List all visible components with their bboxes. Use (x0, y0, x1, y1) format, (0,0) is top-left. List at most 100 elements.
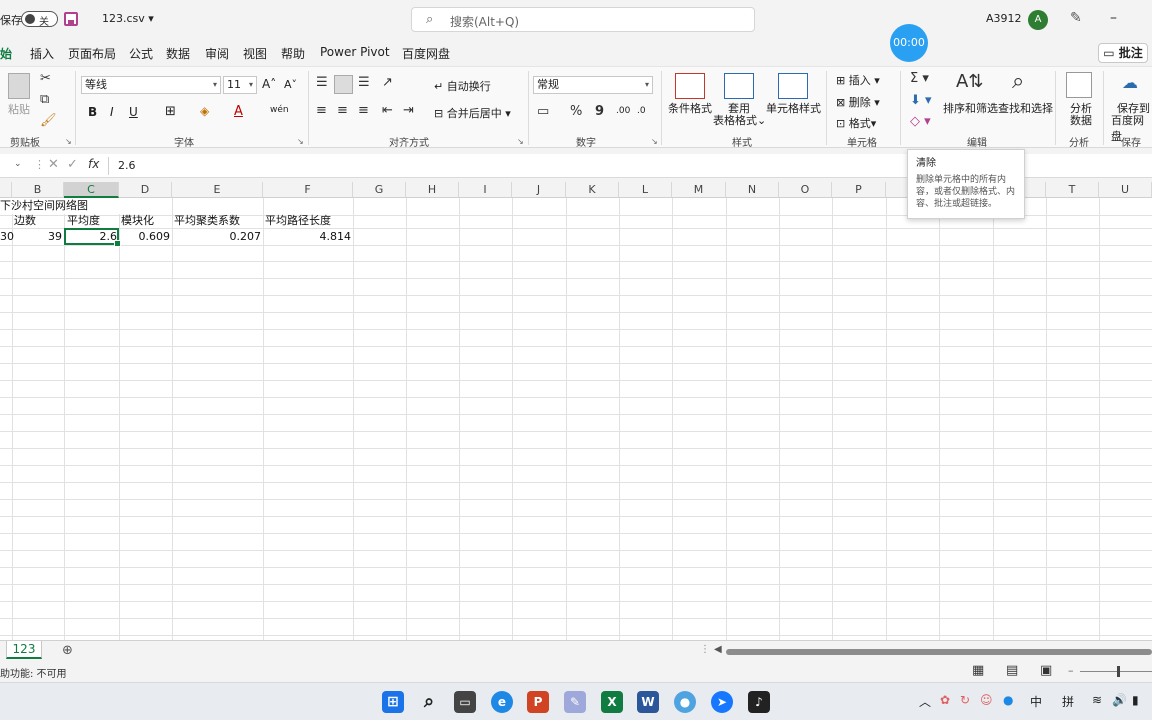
analyze-data-icon[interactable] (1066, 72, 1092, 98)
zoom-out-icon[interactable]: – (1068, 664, 1074, 677)
wifi-icon[interactable]: ≋ (1092, 693, 1102, 707)
clear-icon[interactable]: ◇ ▾ (910, 114, 931, 129)
word-icon[interactable]: W (637, 691, 659, 713)
minimize-icon[interactable]: – (1110, 10, 1117, 26)
tray-overflow-icon[interactable]: ︿ (919, 693, 931, 710)
copy-icon[interactable]: ⧉ (40, 92, 49, 107)
increase-decimal-icon[interactable]: .00 (616, 106, 630, 116)
name-box-dropdown-icon[interactable]: ⌄ (14, 159, 22, 169)
tab-home[interactable]: 始 (0, 45, 12, 62)
cell-header-modularity[interactable]: 模块化 (121, 213, 172, 229)
cell-styles-icon[interactable] (778, 73, 808, 99)
tray-sync-icon[interactable]: ↻ (960, 693, 970, 707)
column-header-p[interactable]: P (832, 182, 886, 198)
tray-app-icon[interactable]: ✿ (940, 693, 950, 707)
accessibility-status[interactable]: 助功能: 不可用 (0, 665, 67, 680)
column-header-b[interactable]: B (12, 182, 64, 198)
tab-power-pivot[interactable]: Power Pivot (320, 45, 390, 59)
currency-icon[interactable]: ▭ (537, 104, 549, 119)
battery-icon[interactable]: ▮ (1132, 693, 1139, 707)
sheet-tab[interactable]: 123 (6, 641, 42, 659)
column-header-o[interactable]: O (779, 182, 832, 198)
column-header-u[interactable]: U (1099, 182, 1152, 198)
game-icon[interactable]: ● (674, 691, 696, 713)
align-left-icon[interactable]: ≡ (316, 103, 327, 118)
cell-header-clustering[interactable]: 平均聚类系数 (174, 213, 263, 229)
format-cells-button[interactable]: ⊡ 格式▾ (836, 115, 876, 131)
conditional-format-icon[interactable] (675, 73, 705, 99)
excel-icon[interactable]: X (601, 691, 623, 713)
align-bottom-icon[interactable]: ☰ (358, 75, 370, 90)
tray-app2-icon[interactable]: ☺ (980, 693, 993, 707)
cell-d3[interactable]: 0.609 (119, 229, 171, 245)
align-middle-icon[interactable] (334, 75, 353, 94)
wrap-text-button[interactable]: ↵ 自动换行 (434, 78, 491, 94)
microphone-icon[interactable]: ● (1003, 693, 1013, 707)
cell-header-path-length[interactable]: 平均路径长度 (265, 213, 353, 229)
cell-header-avg-degree[interactable]: 平均度 (67, 213, 119, 229)
sort-filter-icon[interactable]: A⇅ (956, 71, 983, 92)
app-icon[interactable]: ♪ (748, 691, 770, 713)
comments-button[interactable]: ▭ 批注 (1098, 43, 1148, 63)
tab-help[interactable]: 帮助 (281, 45, 305, 62)
decrease-font-icon[interactable]: A˅ (284, 78, 297, 91)
column-header-m[interactable]: M (672, 182, 726, 198)
decrease-indent-icon[interactable]: ⇤ (382, 103, 393, 118)
enter-icon[interactable]: ✓ (67, 157, 78, 172)
column-header-a[interactable] (0, 182, 12, 198)
ime-pinyin[interactable]: 拼 (1062, 693, 1074, 710)
insert-cells-button[interactable]: ⊞ 插入 ▾ (836, 72, 880, 88)
delete-cells-button[interactable]: ⊠ 删除 ▾ (836, 94, 880, 110)
column-header-k[interactable]: K (566, 182, 619, 198)
format-table-icon[interactable] (724, 73, 754, 99)
increase-font-icon[interactable]: A˄ (262, 77, 276, 91)
column-header-e[interactable]: E (172, 182, 263, 198)
sort-filter-button[interactable]: 排序和筛选 (943, 100, 998, 116)
baidu-cloud-icon[interactable]: ☁ (1122, 73, 1138, 92)
analyze-data-button-line2[interactable]: 数据 (1070, 112, 1092, 128)
page-layout-view-icon[interactable]: ▤ (1006, 663, 1018, 678)
autosum-icon[interactable]: Σ ▾ (910, 71, 929, 86)
tab-data[interactable]: 数据 (166, 45, 190, 62)
scroll-left-icon[interactable]: ◀ (714, 644, 722, 655)
cell-a3[interactable]: 30 (0, 229, 14, 245)
cancel-icon[interactable]: ✕ (48, 157, 59, 172)
paste-icon[interactable] (8, 73, 30, 99)
tab-review[interactable]: 审阅 (205, 45, 229, 62)
fill-icon[interactable]: ⬇ ▾ (910, 93, 932, 108)
tab-view[interactable]: 视图 (243, 45, 267, 62)
volume-icon[interactable]: 🔊 (1112, 693, 1127, 707)
cell-styles-button[interactable]: 单元格样式 (766, 100, 821, 116)
worksheet-grid[interactable]: B C D E F G H I J K L M N O P T U 下沙村空间网… (0, 182, 1152, 640)
number-format-select[interactable]: 常规 ▾ (533, 76, 653, 94)
column-header-f[interactable]: F (263, 182, 353, 198)
powerpoint-icon[interactable]: P (527, 691, 549, 713)
column-header-c[interactable]: C (64, 182, 119, 198)
conditional-format-button[interactable]: 条件格式 (668, 100, 712, 116)
task-view-icon[interactable]: ▭ (454, 691, 476, 713)
font-color-icon[interactable]: A (234, 104, 243, 119)
merge-center-button[interactable]: ⊟ 合并后居中 ▾ (434, 105, 511, 121)
feishu-icon[interactable]: ➤ (711, 691, 733, 713)
align-top-icon[interactable]: ☰ (316, 75, 328, 90)
pen-icon[interactable]: ✎ (1070, 10, 1082, 26)
fill-color-icon[interactable]: ◈ (200, 104, 209, 118)
decrease-decimal-icon[interactable]: .0 (637, 106, 646, 116)
increase-indent-icon[interactable]: ⇥ (403, 103, 414, 118)
paint-icon[interactable]: ✎ (564, 691, 586, 713)
column-header-h[interactable]: H (406, 182, 459, 198)
format-painter-icon[interactable]: 🖌 (40, 113, 57, 128)
edge-icon[interactable]: e (491, 691, 513, 713)
search-taskbar-icon[interactable]: ⌕ (418, 691, 440, 713)
search-input[interactable]: ⌕ 搜索(Alt+Q) (411, 7, 755, 32)
clipboard-launcher-icon[interactable]: ↘ (65, 137, 72, 146)
column-header-d[interactable]: D (119, 182, 172, 198)
alignment-launcher-icon[interactable]: ↘ (517, 137, 524, 146)
formula-input[interactable]: 2.6 (118, 159, 136, 172)
underline-icon[interactable]: U (129, 105, 138, 119)
font-size-select[interactable]: 11 ▾ (223, 76, 257, 94)
column-header-l[interactable]: L (619, 182, 672, 198)
autosave-toggle[interactable]: 关 (21, 11, 58, 28)
find-select-button[interactable]: 查找和选择 (998, 100, 1053, 116)
find-select-icon[interactable]: ⌕ (1012, 69, 1024, 94)
